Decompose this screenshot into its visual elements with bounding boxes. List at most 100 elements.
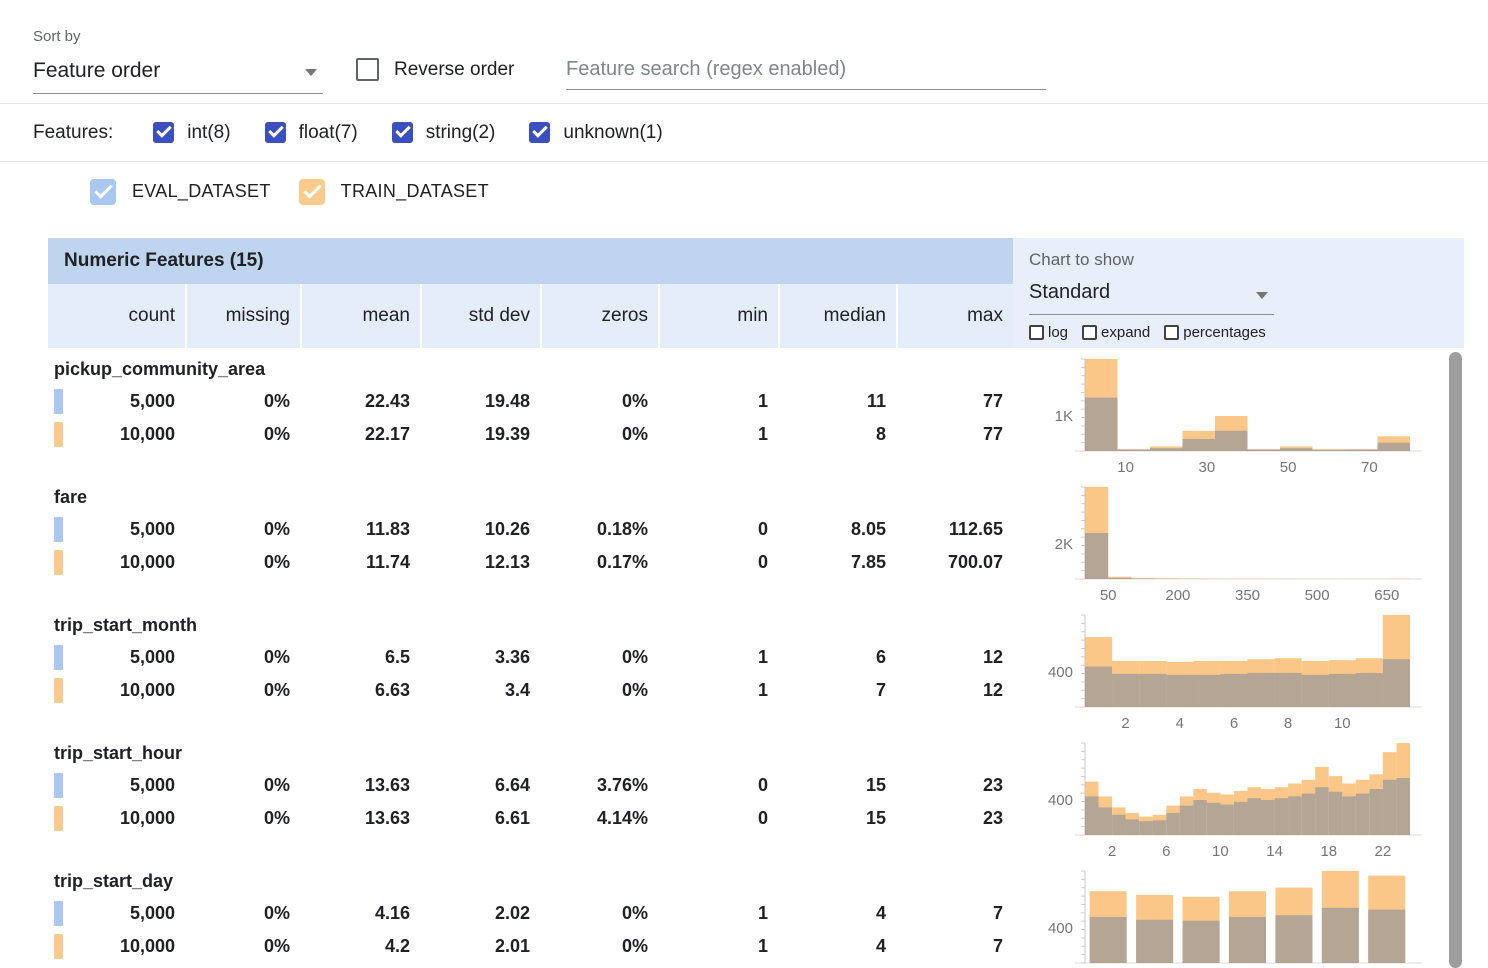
- svg-text:400: 400: [1048, 792, 1073, 809]
- eval-dataset-swatch: [54, 901, 63, 926]
- stat-cell: 0%: [185, 552, 300, 573]
- toggle-label: expand: [1101, 324, 1150, 341]
- checkbox-unchecked-icon: [1082, 325, 1097, 340]
- col-header-mean: mean: [300, 284, 420, 348]
- stat-cell: 1: [658, 903, 778, 924]
- feature-name: trip_start_day: [48, 865, 1013, 897]
- sort-by-label: Sort by: [33, 28, 81, 45]
- histogram-svg: 4002610141822: [1013, 737, 1464, 863]
- stat-cell: 10,000: [48, 936, 185, 957]
- feature-histogram[interactable]: 400: [1013, 865, 1464, 968]
- stat-cell: 7.85: [778, 552, 896, 573]
- stat-cell: 8: [778, 424, 896, 445]
- svg-text:18: 18: [1320, 843, 1337, 860]
- chart-panel: Chart to show Standard log expand percenta…: [1013, 238, 1464, 348]
- feature-block: fare 5,0000%11.8310.260.18%08.05112.6510…: [48, 481, 1464, 609]
- sort-by-select[interactable]: Feature order: [33, 55, 323, 94]
- chevron-down-icon: [1256, 292, 1268, 299]
- col-header-stddev: std dev: [420, 284, 540, 348]
- feature-filter-label: int(8): [187, 122, 230, 144]
- toggle-log[interactable]: log: [1029, 324, 1068, 341]
- col-header-min: min: [658, 284, 778, 348]
- stat-cell: 13.63: [300, 775, 420, 796]
- train-dataset-swatch: [54, 422, 63, 447]
- toggle-percentages[interactable]: percentages: [1164, 324, 1266, 341]
- feature-histogram[interactable]: 4002610141822: [1013, 737, 1464, 865]
- dataset-legend: EVAL_DATASET TRAIN_DATASET: [0, 162, 1488, 221]
- vertical-scrollbar[interactable]: [1449, 352, 1462, 968]
- stat-cell: 0%: [185, 680, 300, 701]
- feature-rows: 5,0000%11.8310.260.18%08.05112.6510,0000…: [48, 513, 1013, 579]
- feature-name: trip_start_hour: [48, 737, 1013, 769]
- svg-text:1K: 1K: [1055, 408, 1073, 425]
- toggle-label: log: [1048, 324, 1068, 341]
- stat-cell: 13.63: [300, 808, 420, 829]
- histogram-svg: 400246810: [1013, 609, 1464, 735]
- numeric-features-title: Numeric Features (15): [48, 238, 1013, 284]
- stat-cell: 6.5: [300, 647, 420, 668]
- stat-cell: 12.13: [420, 552, 540, 573]
- feature-name: pickup_community_area: [48, 353, 1013, 385]
- checkbox-checked-icon: [392, 122, 413, 143]
- feature-name: fare: [48, 481, 1013, 513]
- feature-histogram[interactable]: 400246810: [1013, 609, 1464, 737]
- stat-cell: 5,000: [48, 647, 185, 668]
- sort-by-value: Feature order: [33, 59, 160, 83]
- reverse-order-checkbox[interactable]: Reverse order: [356, 58, 514, 81]
- feature-filter-label: unknown(1): [563, 122, 662, 144]
- checkbox-checked-icon: [265, 122, 286, 143]
- chart-to-show-label: Chart to show: [1029, 250, 1134, 270]
- stat-cell: 6.61: [420, 808, 540, 829]
- feature-filter-string[interactable]: string(2): [392, 122, 496, 144]
- feature-filter-list: int(8) float(7) string(2) unknown(1): [153, 122, 696, 144]
- feature-rows: 5,0000%13.636.643.76%0152310,0000%13.636…: [48, 769, 1013, 835]
- toggle-expand[interactable]: expand: [1082, 324, 1150, 341]
- stat-cell: 4.14%: [540, 808, 658, 829]
- histogram-svg: 400: [1013, 865, 1464, 968]
- stat-cell: 4: [778, 903, 896, 924]
- feature-block: trip_start_month 5,0000%6.53.360%161210,…: [48, 609, 1464, 737]
- stat-cell: 11: [778, 391, 896, 412]
- feature-histogram[interactable]: 2K50200350500650: [1013, 481, 1464, 609]
- toggle-label: percentages: [1183, 324, 1266, 341]
- feature-filter-label: float(7): [299, 122, 358, 144]
- checkbox-unchecked-icon: [1029, 325, 1044, 340]
- stat-cell: 5,000: [48, 391, 185, 412]
- stat-cell: 11.83: [300, 519, 420, 540]
- feature-filter-unknown[interactable]: unknown(1): [529, 122, 662, 144]
- feature-search-input[interactable]: [566, 50, 1046, 90]
- stat-cell: 1: [658, 680, 778, 701]
- stat-cell: 6.63: [300, 680, 420, 701]
- svg-text:200: 200: [1165, 587, 1190, 604]
- svg-text:10: 10: [1117, 459, 1134, 476]
- stat-cell: 0%: [185, 903, 300, 924]
- stat-cell: 1: [658, 936, 778, 957]
- stat-cell: 0: [658, 519, 778, 540]
- stat-cell: 11.74: [300, 552, 420, 573]
- stat-cell: 5,000: [48, 903, 185, 924]
- stat-row-eval: 5,0000%11.8310.260.18%08.05112.65: [48, 513, 1013, 546]
- feature-filter-float[interactable]: float(7): [265, 122, 358, 144]
- stat-cell: 700.07: [896, 552, 1013, 573]
- stat-cell: 0.17%: [540, 552, 658, 573]
- chevron-down-icon: [305, 69, 317, 76]
- stat-cell: 4: [778, 936, 896, 957]
- dataset-toggle-eval[interactable]: EVAL_DATASET: [90, 179, 271, 205]
- feature-block: trip_start_day 5,0000%4.162.020%14710,00…: [48, 865, 1464, 968]
- dataset-toggle-train[interactable]: TRAIN_DATASET: [299, 179, 489, 205]
- feature-filter-int[interactable]: int(8): [153, 122, 230, 144]
- numeric-features-table: Numeric Features (15) count missing mean…: [48, 238, 1464, 968]
- stat-cell: 0%: [540, 424, 658, 445]
- dataset-label: EVAL_DATASET: [132, 181, 271, 202]
- feature-filter-label: string(2): [426, 122, 496, 144]
- stat-row-train: 10,0000%11.7412.130.17%07.85700.07: [48, 546, 1013, 579]
- chart-type-select[interactable]: Standard: [1029, 278, 1274, 315]
- feature-search: [566, 50, 1046, 90]
- feature-histogram[interactable]: 1K10305070: [1013, 353, 1464, 481]
- svg-text:10: 10: [1212, 843, 1229, 860]
- stat-row-train: 10,0000%13.636.614.14%01523: [48, 802, 1013, 835]
- reverse-order-label: Reverse order: [394, 59, 514, 81]
- stat-cell: 1: [658, 647, 778, 668]
- feature-block: pickup_community_area 5,0000%22.4319.480…: [48, 353, 1464, 481]
- stat-cell: 0.18%: [540, 519, 658, 540]
